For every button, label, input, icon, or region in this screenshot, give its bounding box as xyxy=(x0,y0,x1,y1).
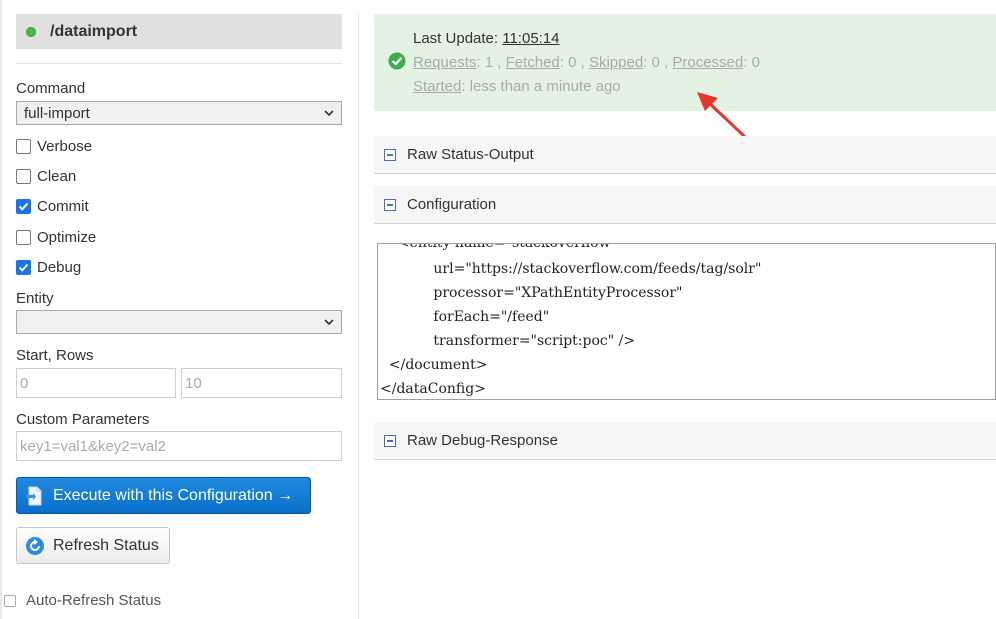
execute-button[interactable]: Execute with this Configuration → xyxy=(16,477,311,514)
configuration-title: Configuration xyxy=(407,196,497,213)
last-update-label: Last Update: xyxy=(413,30,499,47)
skipped-label: Skipped xyxy=(588,54,644,71)
raw-debug-response-header[interactable]: Raw Debug-Response xyxy=(374,422,996,460)
collapse-icon xyxy=(384,148,396,161)
page-edge xyxy=(0,0,2,619)
optimize-checkbox[interactable] xyxy=(16,230,31,245)
config-line: <entity name="stackoverflow" xyxy=(380,243,618,251)
config-line: forEach="/feed" xyxy=(380,309,550,325)
custom-params-label: Custom Parameters xyxy=(16,411,150,428)
configuration-header[interactable]: Configuration xyxy=(374,186,996,224)
divider xyxy=(16,63,342,64)
config-line: transformer="script:poc" /> xyxy=(380,333,636,349)
clean-option[interactable]: Clean xyxy=(16,168,76,185)
status-dot-icon xyxy=(26,26,36,37)
refresh-icon xyxy=(26,536,44,555)
start-rows-label: Start, Rows xyxy=(16,347,94,364)
processed-value: : 0 xyxy=(743,54,760,71)
document-execute-icon xyxy=(26,486,42,505)
commit-option[interactable]: Commit xyxy=(16,198,89,215)
dataimport-form: /dataimport Command full-import Verbose … xyxy=(16,14,342,564)
import-status-panel: Last Update: 11:05:14 Requests: 1 , Fetc… xyxy=(374,14,996,111)
skipped-value: : 0 , xyxy=(643,54,669,71)
custom-params-placeholder: key1=val1&key2=val2 xyxy=(20,437,166,455)
entity-select[interactable] xyxy=(16,310,342,334)
fetched-value: : 0 , xyxy=(559,54,585,71)
verbose-option[interactable]: Verbose xyxy=(16,138,92,155)
requests-label: Requests xyxy=(413,54,477,71)
raw-status-output-title: Raw Status-Output xyxy=(407,146,534,163)
command-label: Command xyxy=(16,80,86,97)
auto-refresh-option[interactable]: Auto-Refresh Status xyxy=(4,592,161,609)
checkmark-icon xyxy=(18,263,29,272)
collapse-icon xyxy=(384,434,396,447)
debug-checkbox[interactable] xyxy=(16,260,31,275)
handler-name: /dataimport xyxy=(50,22,138,40)
started-label: Started xyxy=(413,78,462,95)
execute-button-label: Execute with this Configuration → xyxy=(53,486,294,504)
start-input[interactable]: 0 xyxy=(16,368,176,398)
debug-option[interactable]: Debug xyxy=(16,259,81,276)
start-input-placeholder: 0 xyxy=(20,374,29,392)
config-line: </dataConfig> xyxy=(380,381,486,397)
raw-status-output-header[interactable]: Raw Status-Output xyxy=(374,136,996,174)
last-update-value: 11:05:14 xyxy=(502,30,560,47)
auto-refresh-checkbox[interactable] xyxy=(4,594,16,607)
config-line: processor="XPathEntityProcessor" xyxy=(380,285,683,301)
success-check-icon xyxy=(388,52,406,70)
panel-separator xyxy=(358,14,359,619)
custom-params-input[interactable]: key1=val1&key2=val2 xyxy=(16,431,342,461)
configuration-code[interactable]: <entity name="stackoverflow" url="https:… xyxy=(377,243,996,400)
config-line: </document> xyxy=(380,357,488,373)
chevron-down-icon xyxy=(324,110,334,117)
refresh-status-label: Refresh Status xyxy=(53,536,159,554)
collapse-icon xyxy=(384,198,396,211)
processed-label: Processed xyxy=(672,54,744,71)
command-select-value: full-import xyxy=(24,104,90,122)
commit-checkbox[interactable] xyxy=(16,199,31,214)
raw-debug-response-title: Raw Debug-Response xyxy=(407,432,558,449)
commit-label: Commit xyxy=(37,198,89,215)
verbose-label: Verbose xyxy=(37,138,93,155)
optimize-label: Optimize xyxy=(37,229,97,246)
optimize-option[interactable]: Optimize xyxy=(16,229,96,246)
handler-header: /dataimport xyxy=(16,14,342,49)
auto-refresh-label: Auto-Refresh Status xyxy=(26,592,162,609)
requests-value: : 1 , xyxy=(476,54,502,71)
clean-label: Clean xyxy=(37,168,77,185)
fetched-label: Fetched xyxy=(505,54,560,71)
verbose-checkbox[interactable] xyxy=(16,139,31,154)
command-select[interactable]: full-import xyxy=(16,101,342,125)
started-line: Started: less than a minute ago xyxy=(413,78,621,95)
rows-input-placeholder: 10 xyxy=(185,374,202,392)
last-update-line: Last Update: 11:05:14 xyxy=(413,30,560,47)
counts-line: Requests: 1 , Fetched: 0 , Skipped: 0 , … xyxy=(413,54,760,71)
rows-input[interactable]: 10 xyxy=(181,368,342,398)
refresh-status-button[interactable]: Refresh Status xyxy=(16,527,170,564)
started-value: : less than a minute ago xyxy=(461,78,621,95)
checkmark-icon xyxy=(18,202,29,211)
chevron-down-icon xyxy=(324,319,334,326)
entity-label: Entity xyxy=(16,290,54,307)
clean-checkbox[interactable] xyxy=(16,169,31,184)
debug-label: Debug xyxy=(37,259,82,276)
config-line: url="https://stackoverflow.com/feeds/tag… xyxy=(380,261,762,277)
